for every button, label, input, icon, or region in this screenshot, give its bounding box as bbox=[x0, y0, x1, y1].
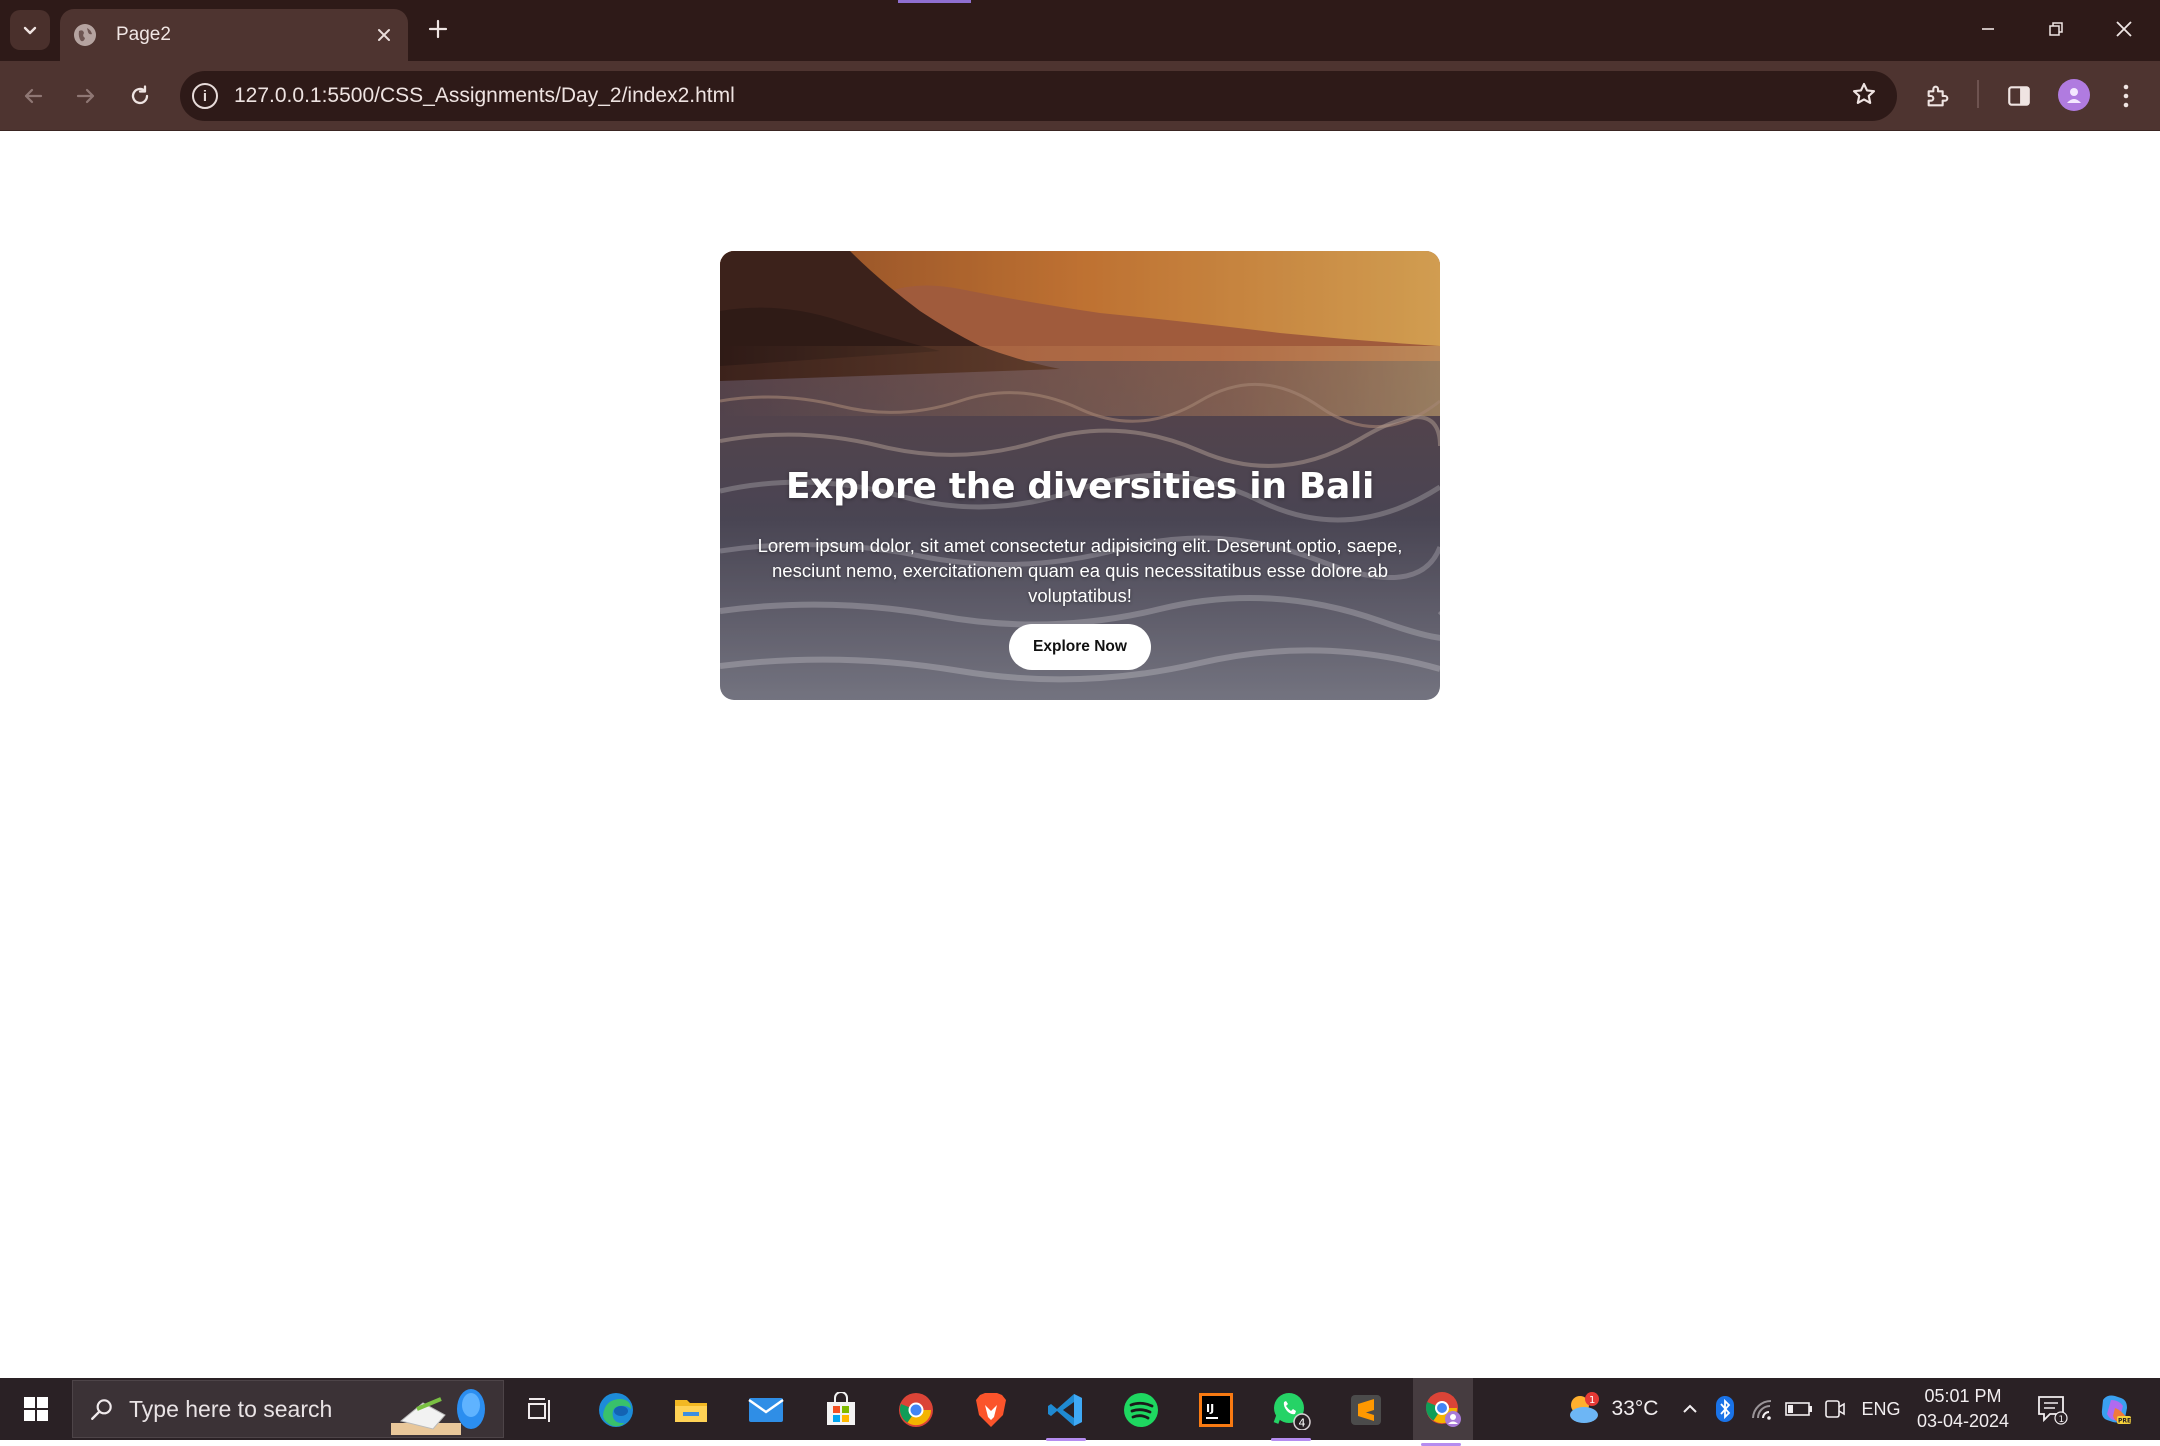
more-menu-icon[interactable] bbox=[2108, 78, 2144, 114]
vscode-app[interactable] bbox=[1038, 1385, 1094, 1441]
language-indicator[interactable]: ENG bbox=[1856, 1378, 1906, 1440]
reload-button[interactable] bbox=[118, 74, 162, 118]
edge-icon bbox=[599, 1393, 633, 1427]
back-button[interactable] bbox=[11, 74, 55, 118]
address-bar[interactable]: i 127.0.0.1:5500/CSS_Assignments/Day_2/i… bbox=[180, 71, 1897, 121]
show-hidden-icons-button[interactable] bbox=[1672, 1378, 1708, 1440]
notification-count-text: 1 bbox=[2059, 1415, 2065, 1425]
tab-page2[interactable]: Page2 bbox=[60, 9, 408, 61]
spotify-icon bbox=[1124, 1393, 1158, 1427]
toolbar-divider bbox=[1977, 80, 1979, 108]
search-highlight-art-icon bbox=[391, 1389, 485, 1435]
weather-partly-cloudy-icon: 1 bbox=[1569, 1392, 1599, 1423]
clock-date: 03-04-2024 bbox=[1916, 1411, 2010, 1431]
network-tray[interactable] bbox=[1746, 1378, 1780, 1440]
brave-app[interactable] bbox=[963, 1385, 1019, 1435]
chrome-icon bbox=[899, 1393, 933, 1427]
minimize-button[interactable] bbox=[1954, 0, 2022, 58]
browser-toolbar: i 127.0.0.1:5500/CSS_Assignments/Day_2/i… bbox=[0, 61, 2160, 131]
reload-icon bbox=[131, 85, 149, 105]
start-button[interactable] bbox=[0, 1378, 72, 1440]
tab-title: Page2 bbox=[116, 24, 171, 45]
taskbar-search-placeholder: Type here to search bbox=[129, 1395, 333, 1422]
action-center-button[interactable]: 1 bbox=[2030, 1378, 2074, 1440]
whatsapp-icon: 4 bbox=[1273, 1393, 1311, 1430]
sublime-text-app[interactable] bbox=[1338, 1385, 1394, 1435]
clock-time: 05:01 PM bbox=[1924, 1386, 2002, 1406]
tab-search-button[interactable] bbox=[10, 10, 50, 50]
mail-app[interactable] bbox=[738, 1385, 794, 1435]
copilot-button[interactable]: PRE bbox=[2090, 1378, 2140, 1440]
notification-icon: 1 bbox=[2038, 1396, 2068, 1425]
brave-icon bbox=[976, 1393, 1006, 1427]
bluetooth-tray[interactable] bbox=[1710, 1378, 1740, 1440]
whatsapp-app[interactable]: 4 bbox=[1263, 1385, 1319, 1441]
task-view-button[interactable] bbox=[512, 1385, 568, 1435]
chrome-profile-icon bbox=[1425, 1392, 1461, 1427]
hero-card: Explore the diversities in Bali Lorem ip… bbox=[720, 251, 1440, 700]
close-window-button[interactable] bbox=[2090, 0, 2158, 58]
accent-line bbox=[898, 0, 971, 3]
file-explorer-app[interactable] bbox=[663, 1385, 719, 1435]
search-icon bbox=[91, 1399, 112, 1420]
taskbar: Type here to search IJ 4 1 33°C ENG 05:0… bbox=[0, 1378, 2160, 1446]
intellij-icon: IJ bbox=[1199, 1393, 1233, 1427]
arrow-left-icon bbox=[24, 88, 43, 104]
bookmark-star-icon[interactable] bbox=[1851, 81, 1877, 112]
weather-widget[interactable]: 1 33°C bbox=[1545, 1378, 1675, 1440]
browser-titlebar: Page2 bbox=[0, 0, 2160, 61]
chrome-profile-app[interactable] bbox=[1413, 1378, 1473, 1446]
battery-icon bbox=[1785, 1402, 1812, 1416]
svg-text:PRE: PRE bbox=[2118, 1418, 2131, 1425]
address-url[interactable]: 127.0.0.1:5500/CSS_Assignments/Day_2/ind… bbox=[234, 84, 1851, 108]
profile-icon bbox=[2067, 88, 2081, 103]
tab-close-icon[interactable] bbox=[368, 19, 400, 51]
extensions-icon[interactable] bbox=[1920, 78, 1956, 114]
battery-tray[interactable] bbox=[1782, 1378, 1816, 1440]
page-viewport: Explore the diversities in Bali Lorem ip… bbox=[0, 131, 2160, 1378]
hero-description: Lorem ipsum dolor, sit amet consectetur … bbox=[757, 535, 1403, 606]
restore-icon bbox=[2049, 22, 2063, 36]
store-icon bbox=[827, 1392, 855, 1425]
whatsapp-badge-text: 4 bbox=[1299, 1417, 1306, 1430]
side-panel-icon[interactable] bbox=[2001, 78, 2037, 114]
wifi-icon bbox=[1752, 1399, 1772, 1420]
mail-icon bbox=[748, 1398, 784, 1422]
taskbar-clock[interactable]: 05:01 PM 03-04-2024 bbox=[1908, 1384, 2018, 1434]
bluetooth-icon bbox=[1716, 1396, 1734, 1422]
hero-heading: Explore the diversities in Bali bbox=[785, 466, 1375, 507]
new-tab-button[interactable] bbox=[420, 11, 456, 47]
minimize-icon bbox=[1982, 28, 1994, 30]
weather-temperature: 33°C bbox=[1611, 1397, 1659, 1420]
close-icon bbox=[2116, 21, 2132, 37]
globe-icon bbox=[74, 24, 96, 46]
microsoft-store-app[interactable] bbox=[813, 1385, 869, 1435]
chrome-app[interactable] bbox=[888, 1385, 944, 1435]
camera-icon bbox=[1825, 1400, 1845, 1418]
hero-content: Explore the diversities in Bali Lorem ip… bbox=[720, 251, 1440, 700]
vscode-icon bbox=[1048, 1394, 1082, 1426]
forward-button[interactable] bbox=[64, 74, 108, 118]
weather-badge-text: 1 bbox=[1589, 1395, 1595, 1406]
intellij-app[interactable]: IJ bbox=[1188, 1385, 1244, 1435]
spotify-app[interactable] bbox=[1113, 1385, 1169, 1435]
svg-text:IJ: IJ bbox=[1206, 1402, 1214, 1415]
taskbar-search-box[interactable]: Type here to search bbox=[72, 1380, 504, 1438]
task-view-icon bbox=[528, 1398, 550, 1422]
restore-button[interactable] bbox=[2022, 0, 2090, 58]
arrow-right-icon bbox=[76, 88, 95, 104]
edge-app[interactable] bbox=[588, 1385, 644, 1435]
plus-icon bbox=[428, 19, 448, 39]
windows-icon bbox=[24, 1397, 48, 1421]
chevron-up-icon bbox=[1683, 1404, 1697, 1413]
copilot-icon: PRE bbox=[2101, 1395, 2131, 1425]
site-info-icon[interactable]: i bbox=[192, 83, 218, 109]
meet-now-tray[interactable] bbox=[1818, 1378, 1852, 1440]
folder-icon bbox=[675, 1400, 707, 1422]
explore-now-button[interactable]: Explore Now bbox=[1009, 624, 1151, 670]
chevron-down-icon bbox=[23, 26, 37, 35]
sublime-icon bbox=[1351, 1395, 1381, 1425]
profile-avatar[interactable] bbox=[2058, 79, 2090, 111]
